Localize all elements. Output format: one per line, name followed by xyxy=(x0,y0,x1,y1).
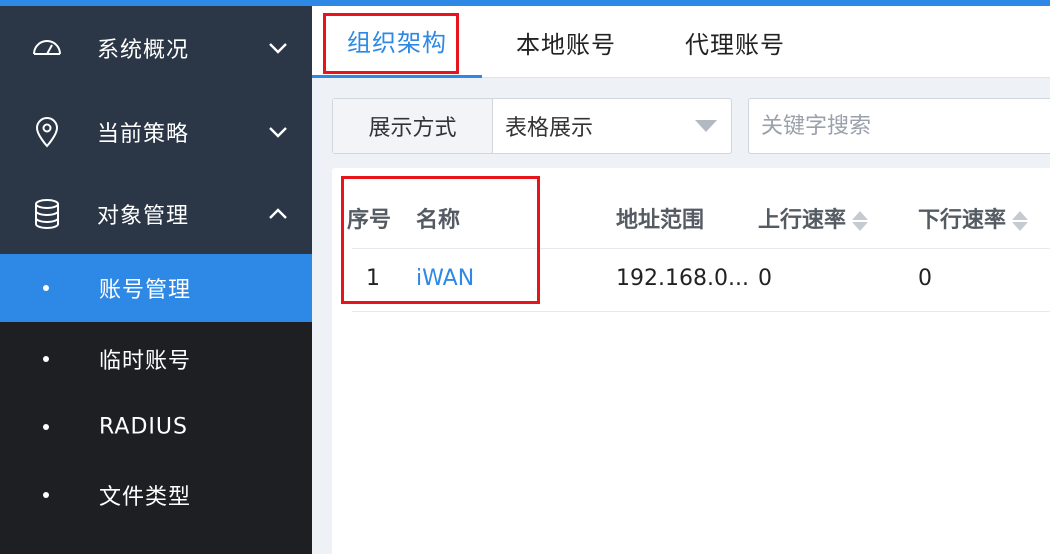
dashboard-gauge-icon xyxy=(31,32,63,64)
sidebar-group-object-management[interactable]: 对象管理 xyxy=(0,174,312,254)
sidebar-group-label: 系统概况 xyxy=(97,38,190,63)
sidebar-group-label: 对象管理 xyxy=(97,204,190,229)
header-divider xyxy=(352,248,1050,249)
sidebar-item-label: 文件类型 xyxy=(99,485,192,510)
tab-organization-structure[interactable]: 组织架构 xyxy=(312,6,482,78)
sidebar-item-temporary-account[interactable]: 临时账号 xyxy=(0,325,312,393)
search-box[interactable] xyxy=(748,98,1050,154)
column-header-up-rate-label: 上行速率 xyxy=(758,208,847,233)
main-content: 组织架构 本地账号 代理账号 展示方式 表格展示 序号 名称 地址范围 上行速率… xyxy=(312,6,1050,554)
column-header-down-rate-label: 下行速率 xyxy=(918,208,1007,233)
sort-icon xyxy=(1012,209,1029,233)
table-panel: 序号 名称 地址范围 上行速率 下行速率 1 iWAN 192.168.0...… xyxy=(332,168,1050,554)
row-divider xyxy=(352,311,1050,312)
tab-local-account[interactable]: 本地账号 xyxy=(482,6,650,78)
caret-down-icon xyxy=(695,120,717,132)
sidebar-item-radius[interactable]: RADIUS xyxy=(0,393,312,461)
display-mode-value: 表格展示 xyxy=(505,116,594,141)
sidebar-item-file-type[interactable]: 文件类型 xyxy=(0,461,312,529)
sort-icon xyxy=(852,209,869,233)
sidebar-item-account-management[interactable]: 账号管理 xyxy=(0,254,312,322)
chevron-down-icon xyxy=(266,36,290,60)
cell-address: 192.168.0... xyxy=(616,266,749,291)
top-accent-bar xyxy=(0,0,1050,6)
column-header-down-rate[interactable]: 下行速率 xyxy=(918,202,1029,234)
chevron-up-icon xyxy=(266,202,290,226)
bullet-dot xyxy=(43,492,49,498)
cell-up-rate: 0 xyxy=(758,266,772,291)
sidebar-group-label: 当前策略 xyxy=(97,122,190,147)
chevron-down-icon xyxy=(266,120,290,144)
display-mode-label: 展示方式 xyxy=(333,99,493,153)
column-header-name: 名称 xyxy=(416,208,461,233)
bullet-dot xyxy=(43,356,49,362)
sidebar-group-current-policy[interactable]: 当前策略 xyxy=(0,90,312,174)
sidebar-group-system-overview[interactable]: 系统概况 xyxy=(0,6,312,90)
location-pin-icon xyxy=(31,116,63,148)
sidebar: 系统概况 当前策略 对象管理 账号管理 临时账号 RADIUS 文件类型 xyxy=(0,0,312,554)
display-mode-select[interactable]: 表格展示 xyxy=(493,99,731,153)
cell-name-link[interactable]: iWAN xyxy=(416,266,474,291)
cell-index: 1 xyxy=(366,266,380,291)
bullet-dot xyxy=(43,424,49,430)
sidebar-item-label: 账号管理 xyxy=(99,278,192,303)
column-header-address: 地址范围 xyxy=(616,208,705,233)
sidebar-item-label: RADIUS xyxy=(99,414,188,440)
bullet-dot xyxy=(43,285,49,291)
search-input[interactable] xyxy=(761,113,1050,139)
database-icon xyxy=(31,198,63,230)
cell-down-rate: 0 xyxy=(918,266,932,291)
column-header-up-rate[interactable]: 上行速率 xyxy=(758,202,869,234)
tab-bar: 组织架构 本地账号 代理账号 xyxy=(312,6,1050,78)
tab-proxy-account[interactable]: 代理账号 xyxy=(650,6,820,78)
display-mode-control: 展示方式 表格展示 xyxy=(332,98,732,154)
column-header-index: 序号 xyxy=(347,208,392,233)
sidebar-item-label: 临时账号 xyxy=(99,349,192,374)
